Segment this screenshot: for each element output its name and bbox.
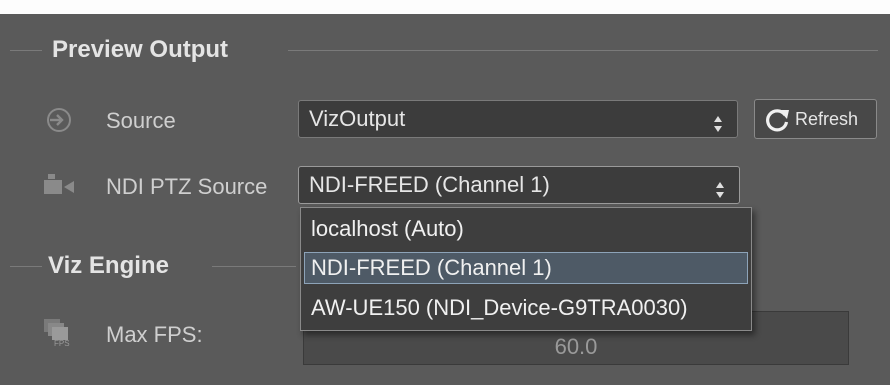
refresh-icon xyxy=(763,106,791,139)
updown-arrows-icon xyxy=(713,109,723,132)
dropdown-option-selected[interactable]: NDI-FREED (Channel 1) xyxy=(304,252,748,284)
ndi-ptz-source-dropdown: localhost (Auto) NDI-FREED (Channel 1) A… xyxy=(300,207,752,331)
section-divider xyxy=(10,50,42,51)
source-select[interactable]: VizOutput xyxy=(298,100,738,138)
section-divider xyxy=(288,50,878,51)
section-preview-output: Preview Output xyxy=(0,30,890,70)
refresh-button[interactable]: Refresh xyxy=(754,99,877,139)
max-fps-label: Max FPS: xyxy=(106,322,203,347)
section-divider xyxy=(10,266,42,267)
updown-arrows-icon xyxy=(715,175,725,198)
fps-icon: FPS xyxy=(42,317,78,348)
dropdown-option[interactable]: localhost (Auto) xyxy=(304,213,748,245)
source-label: Source xyxy=(106,108,176,133)
section-divider xyxy=(212,266,296,267)
input-arrow-icon xyxy=(44,105,74,135)
section-title-preview-output: Preview Output xyxy=(52,36,229,63)
max-fps-value: 60.0 xyxy=(554,334,598,359)
window-top-strip xyxy=(0,0,890,14)
ndi-ptz-source-select[interactable]: NDI-FREED (Channel 1) xyxy=(298,166,740,204)
svg-text:FPS: FPS xyxy=(54,339,70,347)
dropdown-option[interactable]: AW-UE150 (NDI_Device-G9TRA0030) xyxy=(304,292,748,324)
section-title-viz-engine: Viz Engine xyxy=(48,252,169,279)
source-select-value: VizOutput xyxy=(309,106,406,131)
ndi-ptz-select-value: NDI-FREED (Channel 1) xyxy=(309,172,550,197)
refresh-label: Refresh xyxy=(795,109,859,129)
ndi-ptz-source-label: NDI PTZ Source xyxy=(106,174,268,199)
settings-panel: Preview Output Source VizOutput Refresh xyxy=(0,14,890,385)
video-camera-icon xyxy=(42,171,76,197)
